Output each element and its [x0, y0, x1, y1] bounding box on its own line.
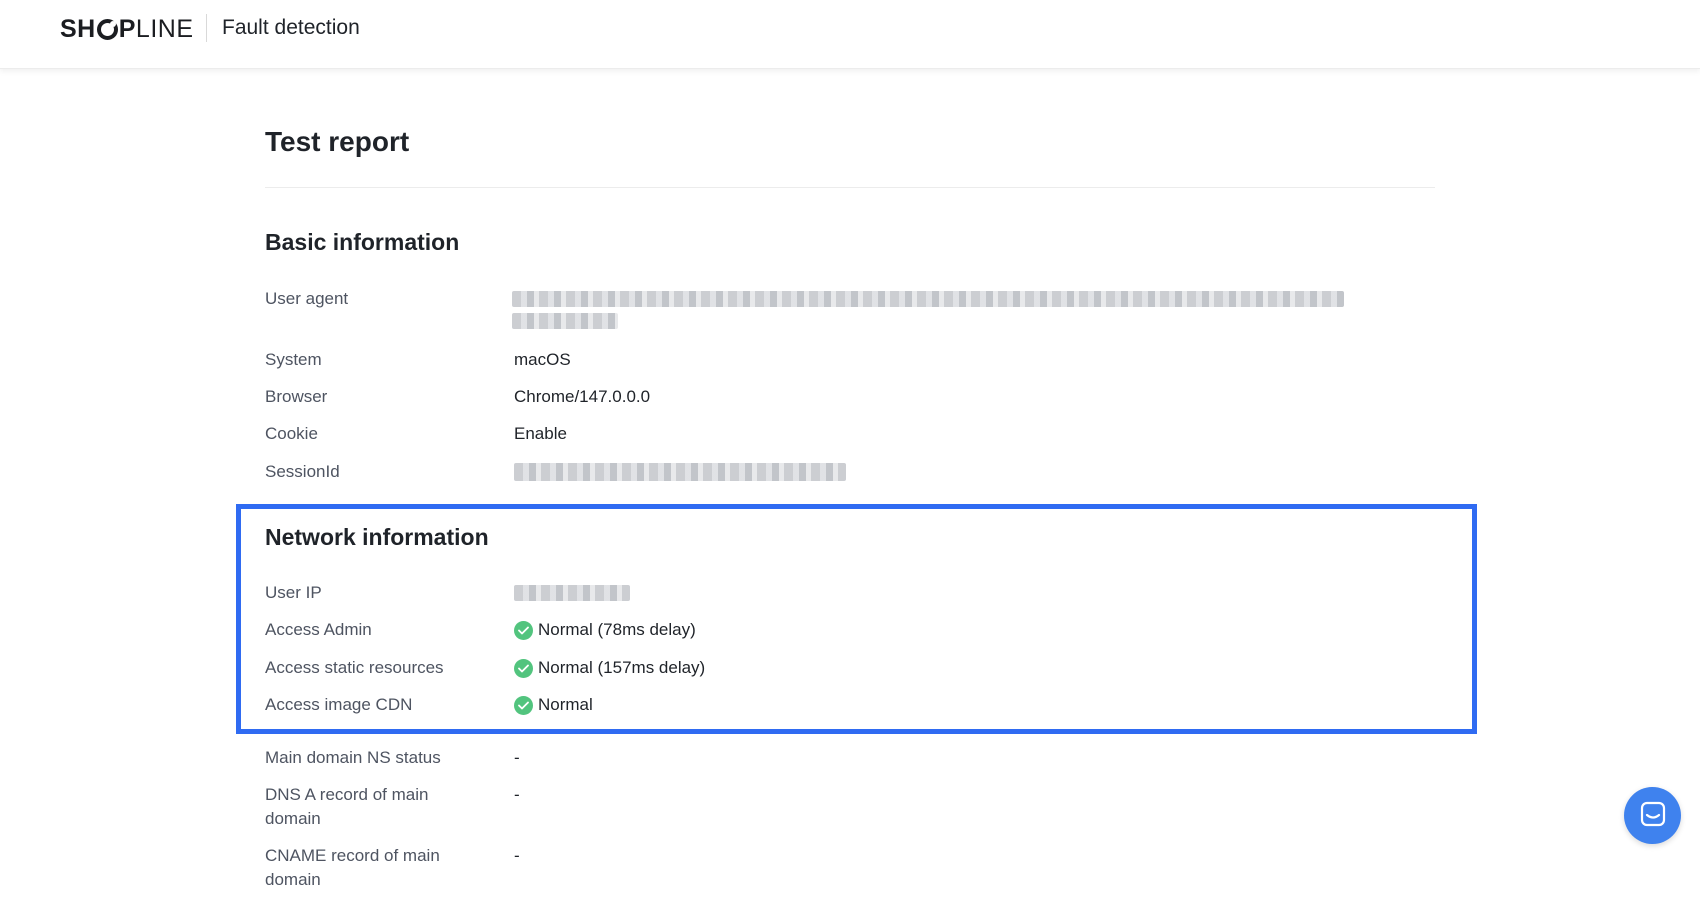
shopline-logo[interactable]: SH P LINE	[60, 12, 194, 46]
access-static-value: Normal (157ms delay)	[514, 656, 705, 680]
user-agent-value-redacted	[512, 291, 1344, 307]
dns-a-record-label: DNS A record of main domain	[265, 785, 429, 828]
cookie-value: Enable	[514, 424, 567, 443]
system-label: System	[265, 350, 322, 369]
network-info-title: Network information	[265, 524, 489, 550]
check-circle-icon	[514, 620, 533, 640]
cname-record-value: -	[514, 846, 520, 865]
access-cdn-label: Access image CDN	[265, 695, 413, 714]
access-admin-status: Normal (78ms delay)	[538, 620, 696, 639]
logo-o-mark-icon	[96, 18, 118, 40]
check-circle-icon	[514, 658, 533, 678]
access-static-label: Access static resources	[265, 658, 444, 677]
cname-record-label: CNAME record of main domain	[265, 846, 440, 889]
access-static-status: Normal (157ms delay)	[538, 658, 706, 677]
dns-a-record-value: -	[514, 785, 520, 804]
header-title: Fault detection	[222, 16, 360, 39]
ns-status-value: -	[514, 748, 520, 767]
page-title: Test report	[265, 126, 410, 157]
browser-label: Browser	[265, 387, 328, 406]
chat-icon	[1640, 801, 1666, 830]
browser-value: Chrome/147.0.0.0	[514, 387, 651, 406]
ns-status-label: Main domain NS status	[265, 748, 441, 767]
chat-button[interactable]	[1624, 787, 1681, 844]
logo-text-line: LINE	[135, 14, 194, 43]
access-admin-value: Normal (78ms delay)	[514, 618, 696, 642]
logo-text-p: P	[118, 14, 136, 43]
check-circle-icon	[514, 695, 533, 715]
user-ip-label: User IP	[265, 583, 322, 602]
user-ip-value-redacted	[514, 585, 630, 601]
top-header: SH P LINE Fault detection	[0, 0, 1700, 69]
access-cdn-value: Normal	[514, 693, 593, 717]
session-id-label: SessionId	[265, 462, 340, 481]
access-admin-label: Access Admin	[265, 620, 372, 639]
access-cdn-status: Normal	[538, 695, 593, 714]
title-divider	[265, 187, 1435, 188]
cookie-label: Cookie	[265, 424, 318, 443]
basic-info-title: Basic information	[265, 229, 460, 255]
header-divider	[206, 14, 207, 42]
user-agent-value-redacted-line2	[512, 313, 618, 329]
user-agent-label: User agent	[265, 289, 349, 308]
logo-text-sh: SH	[60, 14, 96, 43]
session-id-value-redacted	[514, 463, 846, 481]
system-value: macOS	[514, 350, 571, 369]
